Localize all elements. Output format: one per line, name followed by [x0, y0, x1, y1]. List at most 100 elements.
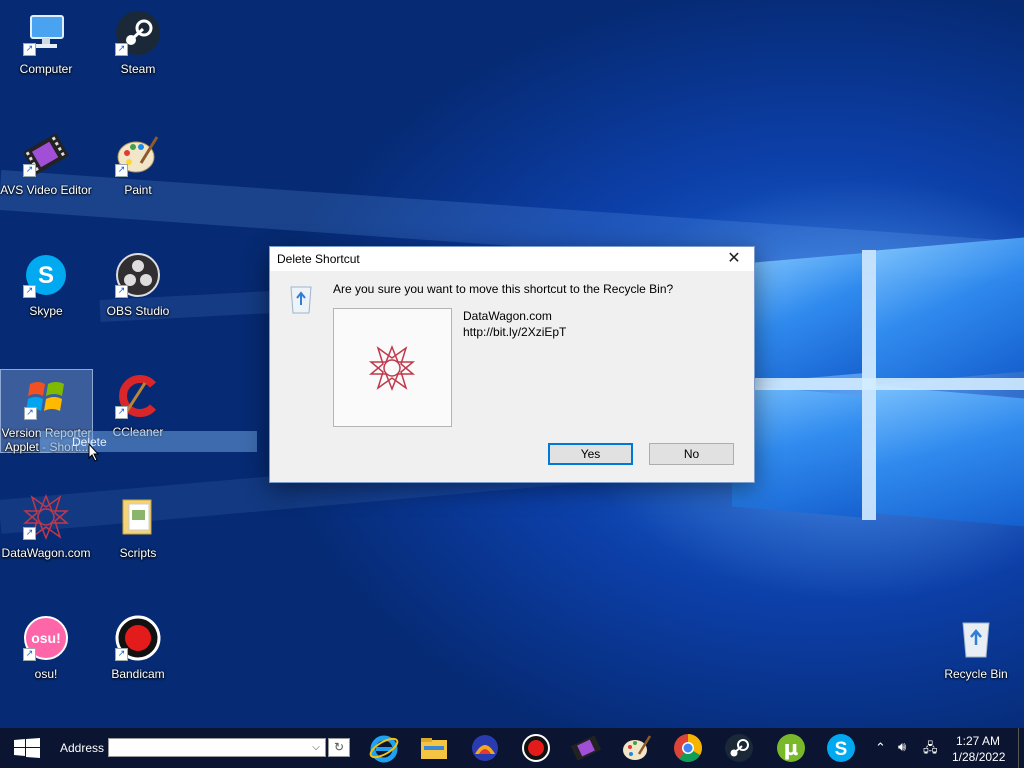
shortcut-target: http://bit.ly/2XziEpT [463, 325, 567, 339]
taskbar-file-explorer[interactable] [418, 732, 450, 764]
close-icon[interactable]: ✕ [714, 247, 754, 271]
internet-explorer-icon [369, 735, 399, 763]
taskbar-paint[interactable] [621, 732, 653, 764]
svg-text:S: S [38, 262, 54, 289]
shortcut-arrow-icon: ↗ [23, 648, 36, 661]
recycle-bin-icon [286, 283, 316, 315]
computer-icon: ↗ [23, 10, 69, 56]
skype-icon: S ↗ [23, 252, 69, 298]
taskbar-steam[interactable] [723, 732, 755, 764]
windows-logo-icon [14, 738, 40, 758]
no-button[interactable]: No [649, 443, 734, 465]
folder-icon [421, 738, 447, 759]
paint-palette-icon: ↗ [115, 131, 161, 177]
wallpaper-logo-frame [740, 378, 1024, 390]
icon-label: OBS Studio [106, 304, 170, 318]
taskbar-skype[interactable]: S [825, 732, 857, 764]
shortcut-arrow-icon: ↗ [115, 285, 128, 298]
shortcut-info: DataWagon.com http://bit.ly/2XziEpT [463, 308, 566, 340]
shortcut-arrow-icon: ↗ [115, 648, 128, 661]
taskbar-avs-video-editor[interactable] [570, 732, 602, 764]
desktop-icon-bandicam[interactable]: ↗ Bandicam [92, 615, 184, 681]
icon-label: Recycle Bin [944, 667, 1008, 681]
taskbar-clock[interactable]: 1:27 AM 1/28/2022 [952, 733, 1006, 765]
taskbar: Address ⌵ ↻ µ S ⌃ 🔊︎ 🖧 1:27 AM 1/28/2022 [0, 728, 1024, 768]
utorrent-icon: µ [777, 734, 805, 762]
windows-flag-icon: ↗ [23, 374, 70, 420]
film-strip-icon [570, 735, 602, 761]
icon-label: Paint [124, 183, 152, 197]
show-desktop-button[interactable] [1018, 728, 1024, 768]
icon-label: osu! [34, 667, 58, 681]
taskbar-utorrent[interactable]: µ [775, 732, 807, 764]
desktop-icon-datawagon[interactable]: ↗ DataWagon.com [0, 493, 92, 560]
chevron-down-icon[interactable]: ⌵ [306, 739, 326, 756]
shortcut-arrow-icon: ↗ [115, 43, 128, 56]
icon-label: DataWagon.com [1, 546, 91, 560]
shortcut-preview [333, 308, 452, 427]
desktop-icon-ccleaner[interactable]: ↗ CCleaner [92, 373, 184, 439]
shortcut-arrow-icon: ↗ [23, 527, 36, 540]
steam-icon [725, 734, 753, 762]
dialog-message: Are you sure you want to move this short… [333, 282, 674, 296]
taskbar-internet-explorer[interactable] [368, 732, 400, 764]
desktop-icon-paint[interactable]: ↗ Paint [92, 131, 184, 197]
skype-icon: S [827, 734, 855, 762]
icon-label: AVS Video Editor [0, 183, 92, 197]
wallpaper-logo-pane [752, 253, 862, 383]
dialog-title: Delete Shortcut [277, 252, 360, 266]
shortcut-arrow-icon: ↗ [23, 43, 36, 56]
desktop-icon-obs-studio[interactable]: ↗ OBS Studio [92, 252, 184, 318]
desktop-icon-steam[interactable]: ↗ Steam [92, 10, 184, 76]
osu-icon: osu! ↗ [23, 615, 69, 661]
taskbar-chrome[interactable] [672, 732, 704, 764]
obs-icon: ↗ [115, 252, 161, 298]
datawagon-star-icon [368, 345, 416, 391]
desktop-icon-skype[interactable]: S ↗ Skype [0, 252, 92, 318]
volume-icon[interactable]: 🔊︎ [898, 739, 906, 755]
desktop-icon-scripts[interactable]: Scripts [92, 494, 184, 560]
address-input[interactable] [108, 738, 326, 757]
refresh-icon[interactable]: ↻ [328, 738, 350, 757]
shortcut-name: DataWagon.com [463, 309, 552, 323]
address-toolbar-label: Address [60, 741, 105, 755]
shortcut-arrow-icon: ↗ [115, 164, 128, 177]
taskbar-avs-player[interactable] [469, 732, 501, 764]
icon-label: Scripts [119, 546, 157, 560]
chevron-up-icon[interactable]: ⌃ [875, 740, 886, 756]
desktop-icon-computer[interactable]: ↗ Computer [0, 10, 92, 76]
wallpaper-logo-pane [876, 237, 1024, 385]
network-icon[interactable]: 🖧 [923, 739, 938, 761]
datawagon-star-icon: ↗ [22, 493, 70, 541]
utorrent-glyph: µ [784, 736, 799, 760]
film-strip-icon: ↗ [23, 131, 69, 177]
chrome-icon [674, 734, 702, 762]
mouse-cursor-icon [88, 443, 100, 462]
taskbar-bandicam[interactable] [520, 732, 552, 764]
shortcut-arrow-icon: ↗ [23, 407, 37, 420]
paint-palette-icon [623, 735, 652, 760]
dialog-titlebar[interactable]: Delete Shortcut ✕ [270, 247, 754, 271]
folder-icon [115, 494, 161, 540]
wallpaper-logo-pane [876, 385, 1024, 527]
start-button[interactable] [0, 728, 50, 768]
icon-label: Skype [29, 304, 63, 318]
icon-label: Bandicam [111, 667, 165, 681]
desktop: ↗ Computer ↗ Steam ↗ AVS Video Editor ↗ … [0, 0, 1024, 728]
shortcut-arrow-icon: ↗ [23, 164, 36, 177]
ccleaner-icon: ↗ [115, 373, 161, 419]
skype-glyph: S [835, 739, 848, 760]
osu-badge-text: osu! [31, 630, 61, 646]
icon-label: Computer [19, 62, 73, 76]
yes-button[interactable]: Yes [548, 443, 633, 465]
desktop-icon-avs-video-editor[interactable]: ↗ AVS Video Editor [0, 131, 92, 197]
steam-icon: ↗ [115, 10, 161, 56]
desktop-icon-osu[interactable]: osu! ↗ osu! [0, 615, 92, 681]
delete-shortcut-dialog: Delete Shortcut ✕ Are you sure you want … [269, 246, 755, 483]
shortcut-arrow-icon: ↗ [23, 285, 36, 298]
desktop-icon-recycle-bin[interactable]: Recycle Bin [930, 615, 1022, 681]
icon-label: Steam [120, 62, 156, 76]
clock-date: 1/28/2022 [952, 750, 1006, 764]
recycle-bin-icon [953, 615, 999, 661]
clock-time: 1:27 AM [955, 734, 1001, 748]
